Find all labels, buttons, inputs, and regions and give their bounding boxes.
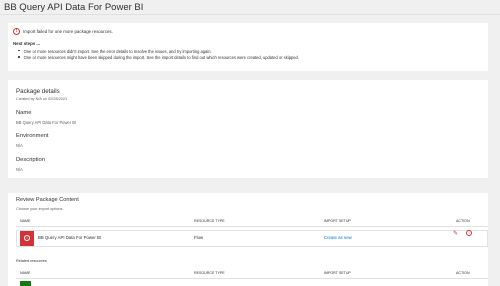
bullet-icon [18,49,20,52]
review-title: Review Package Content [16,197,79,203]
related-column-header-action: ACTION [456,271,470,275]
next-step-item: One or more resources might have been sk… [18,55,299,60]
related-column-header-import-setup[interactable]: IMPORT SETUP [324,271,351,275]
resource-name: BB Query API Data For Power BI [38,235,102,240]
description-value: N/A [16,167,23,172]
name-value: BB Query API Data For Power BI [16,120,77,125]
error-banner: ! Import failed for one more package res… [13,28,113,35]
related-column-header-name[interactable]: NAME [20,271,30,275]
resource-status-tile: ! [20,231,34,246]
environment-label: Environment [16,133,49,139]
edit-icon[interactable]: ✎ [453,230,458,237]
related-resources-title: Related resources [16,259,47,263]
page-title: BB Query API Data For Power BI [4,2,144,13]
name-label: Name [16,110,32,116]
error-icon: ! [13,28,20,35]
next-steps-title: Next steps ... [13,41,41,46]
resource-type: Flow [194,235,204,240]
column-header-action: ACTION [456,219,470,223]
table-divider [16,226,488,227]
review-package-card: Review Package Content Choose your impor… [8,193,488,286]
package-details-title: Package details [16,88,60,95]
column-header-name[interactable]: NAME [20,219,30,223]
description-label: Description [16,157,45,163]
package-created-by: Created by N/A on 02/28/2021 [16,97,68,101]
related-column-header-resource-type[interactable]: RESOURCE TYPE [194,271,225,275]
next-step-text: One or more resources might have been sk… [23,55,299,60]
error-message: Import failed for one more package resou… [23,29,113,34]
bullet-icon [18,56,20,58]
error-icon[interactable]: ! [466,230,472,236]
package-details-card: Package details Created by N/A on 02/28/… [8,80,488,178]
review-subtitle: Choose your import options. [16,207,64,211]
import-setup-link[interactable]: Create as new [324,235,352,240]
next-step-text: One or more resources didn't import. See… [23,48,212,54]
import-status-card: ! Import failed for one more package res… [8,23,488,71]
related-resource-tile [20,281,31,286]
next-step-item: One or more resources didn't import. See… [18,49,212,54]
environment-value: N/A [16,143,23,148]
column-header-resource-type[interactable]: RESOURCE TYPE [194,219,225,223]
header-divider [0,14,500,15]
error-icon: ! [24,235,30,241]
related-table-divider [16,278,488,279]
column-header-import-setup[interactable]: IMPORT SETUP [324,219,351,223]
